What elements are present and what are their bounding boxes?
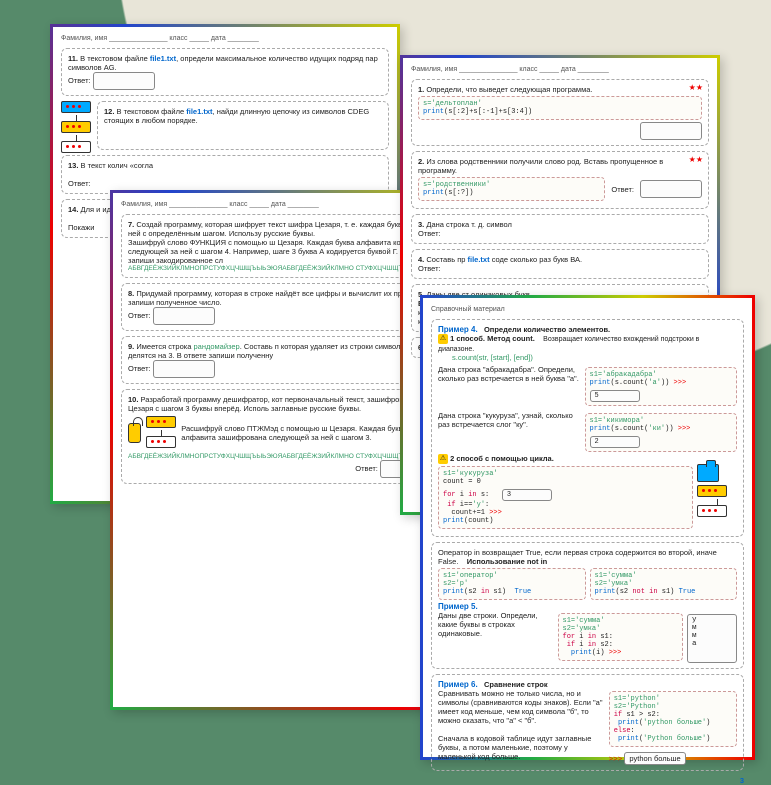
code-snippet: s1='python's2='Python' if s1 > s2: print… (609, 691, 737, 747)
answer-box[interactable] (93, 72, 155, 90)
page-number: 3 (431, 776, 744, 785)
answer-box[interactable] (640, 180, 702, 198)
code-snippet: s1='кикимора'print(s.count('ки')) >>> 2 (585, 413, 738, 452)
example-6: Пример 6. Сравнение строк Сравнивать мож… (431, 674, 744, 771)
header-line: Фамилия, имя _______________ класс _____… (61, 35, 389, 42)
diagram-icon (61, 101, 91, 155)
task-2: ★★ 2. Из слова родственники получили сло… (411, 151, 709, 209)
answer-box[interactable] (640, 122, 702, 140)
code-snippet: s='дельтоплан'printprint(s[:2]+s[:-1]+s[… (418, 96, 702, 120)
answer-box[interactable] (153, 360, 215, 378)
output: python больше (624, 752, 685, 765)
code-snippet: s1='оператор's2='р'print(s2 in s1) True (438, 568, 586, 600)
alphabet: АБВГДЕЁЖЗИЙКЛМНОПРСТУФХЦЧШЩЪЫЬЭЮЯАБВГДЕЁ… (128, 265, 442, 272)
output: 5 (590, 390, 640, 402)
lock-icon (128, 423, 141, 443)
output: 2 (590, 436, 640, 448)
diagram-icon (697, 464, 737, 531)
code-snippet: s1='сумма's2='умка' for i in s1: if i in… (558, 613, 684, 661)
alphabet: АБВГДЕЁЖЗИЙКЛМНОПРСТУФХЦЧШЩЪЫЬЭЮЯАБВГДЕЁ… (128, 453, 442, 460)
difficulty-stars: ★★ (689, 83, 703, 92)
code-snippet: s1='абракадабра'print(s.count('a')) >>> … (585, 367, 738, 406)
header-line: Фамилия, имя _______________ класс _____… (411, 66, 709, 73)
warning-icon: ⚠ (438, 334, 448, 344)
output: 3 (502, 489, 552, 501)
diagram-icon (146, 416, 176, 450)
code-snippet: s1='сумма's2='умка'print(s2 not in s1) T… (590, 568, 738, 600)
answer-box[interactable] (153, 307, 215, 325)
output: у м м а (687, 614, 737, 663)
task-12: 12. В текстовом файле file1.txt, найди д… (97, 101, 389, 150)
example-4: Пример 4. Определи количество элементов.… (431, 319, 744, 537)
reference-page: Справочный материал Пример 4. Определи к… (420, 295, 755, 760)
task-4: 4. Составь пр file.txt соде сколько раз … (411, 249, 709, 279)
code-snippet: s='родственники'print(s[:?]) (418, 177, 605, 201)
example-in-operator: Оператор in возвращает True, если первая… (431, 542, 744, 669)
task-13: 13. В текст колич «соглаОтвет: (61, 155, 389, 194)
task-1: ★★ 1. Определи, что выведет следующая пр… (411, 79, 709, 146)
warning-icon: ⚠ (438, 454, 448, 464)
task-3: 3. Дана строка т. д. символОтвет: (411, 214, 709, 244)
code-snippet: s1='кукуруза' count = 0 for i in s: 3 if… (438, 466, 693, 529)
reference-title: Справочный материал (431, 306, 744, 313)
task-11: 11. В текстовом файле file1.txt, определ… (61, 48, 389, 96)
